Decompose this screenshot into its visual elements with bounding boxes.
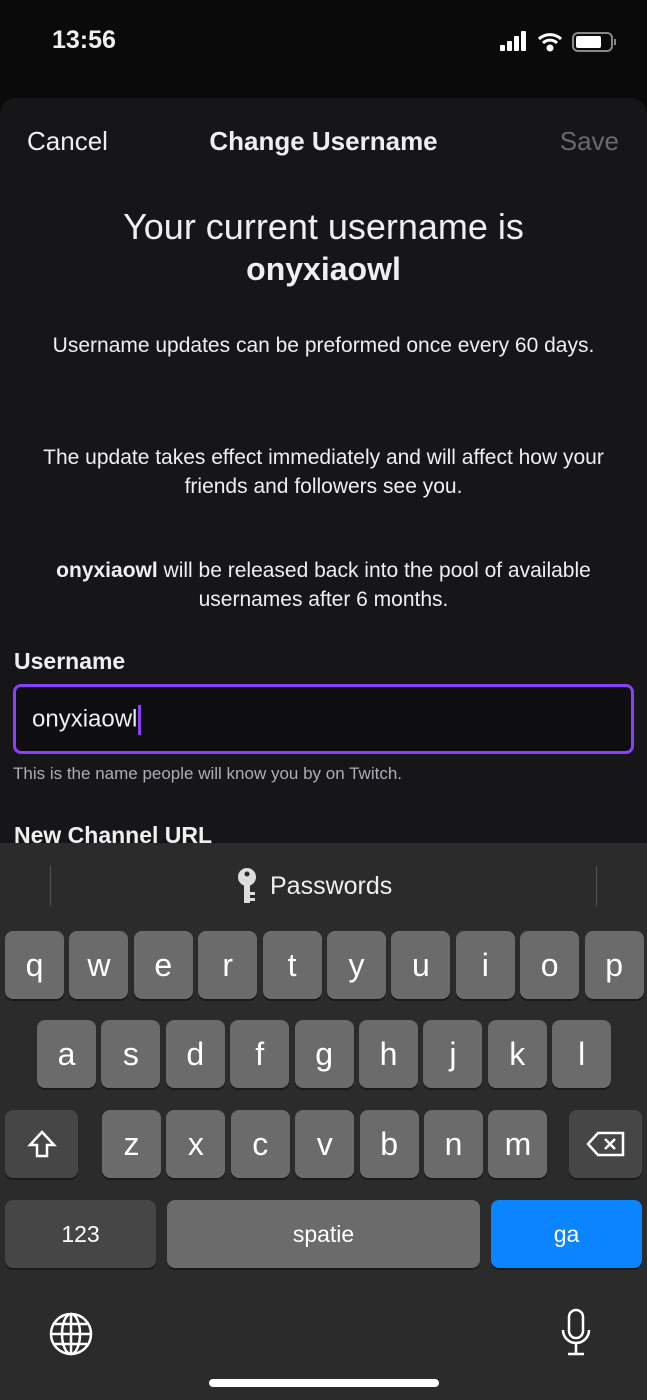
key-m[interactable]: m (488, 1110, 548, 1178)
globe-icon[interactable] (48, 1311, 94, 1357)
username-input[interactable]: onyxiaowl (13, 684, 634, 754)
status-icons (500, 31, 616, 52)
divider (50, 866, 51, 906)
key-u[interactable]: u (391, 931, 451, 999)
key-c[interactable]: c (230, 1110, 290, 1178)
wifi-icon (537, 33, 563, 52)
key-v[interactable]: v (295, 1110, 355, 1178)
info-release: onyxiaowl will be released back into the… (0, 556, 647, 614)
battery-icon (572, 32, 616, 52)
delete-icon (585, 1131, 624, 1157)
info-frequency: Username updates can be preformed once e… (52, 334, 595, 357)
space-key[interactable]: spatie (167, 1200, 480, 1268)
divider (596, 866, 597, 906)
key-k[interactable]: k (487, 1020, 547, 1088)
username-value: onyxiaowl (32, 705, 138, 733)
key-l[interactable]: l (552, 1020, 612, 1088)
key-j[interactable]: j (423, 1020, 483, 1088)
info-release-text: will be released back into the pool of a… (157, 559, 591, 611)
key-s[interactable]: s (101, 1020, 161, 1088)
key-a[interactable]: a (37, 1020, 96, 1088)
heading-text: Your current username is (123, 206, 524, 247)
current-username: onyxiaowl (246, 251, 401, 287)
key-p[interactable]: p (584, 931, 644, 999)
username-label: Username (14, 648, 126, 674)
key-y[interactable]: y (327, 931, 386, 999)
key-w[interactable]: w (69, 931, 129, 999)
key-r[interactable]: r (198, 931, 258, 999)
save-button[interactable]: Save (560, 126, 619, 157)
key-b[interactable]: b (359, 1110, 419, 1178)
info-effect: The update takes effect immediately and … (43, 446, 604, 498)
info-release-username: onyxiaowl (56, 559, 158, 582)
signal-icon (500, 31, 526, 51)
key-f[interactable]: f (230, 1020, 290, 1088)
delete-key[interactable] (569, 1110, 642, 1178)
microphone-icon[interactable] (559, 1308, 593, 1358)
page-title: Change Username (209, 126, 438, 156)
key-h[interactable]: h (359, 1020, 418, 1088)
shift-icon (26, 1130, 57, 1158)
numbers-key[interactable]: 123 (5, 1200, 156, 1268)
key-o[interactable]: o (520, 931, 580, 999)
text-caret (138, 705, 142, 735)
current-username-heading: Your current username is onyxiaowl (0, 206, 647, 290)
home-indicator[interactable] (209, 1379, 439, 1387)
key-e[interactable]: e (133, 931, 193, 999)
passwords-button[interactable]: Passwords (234, 867, 392, 905)
key-z[interactable]: z (102, 1110, 161, 1178)
key-n[interactable]: n (424, 1110, 483, 1178)
passwords-label: Passwords (270, 871, 393, 900)
username-hint: This is the name people will know you by… (13, 764, 402, 783)
key-x[interactable]: x (166, 1110, 226, 1178)
status-time: 13:56 (52, 26, 116, 54)
key-d[interactable]: d (165, 1020, 225, 1088)
key-g[interactable]: g (294, 1020, 354, 1088)
key-i[interactable]: i (455, 931, 515, 999)
key-t[interactable]: t (262, 931, 322, 999)
key-icon (238, 868, 256, 903)
shift-key[interactable] (5, 1110, 78, 1178)
go-key[interactable]: ga (491, 1200, 642, 1268)
key-q[interactable]: q (5, 931, 64, 999)
